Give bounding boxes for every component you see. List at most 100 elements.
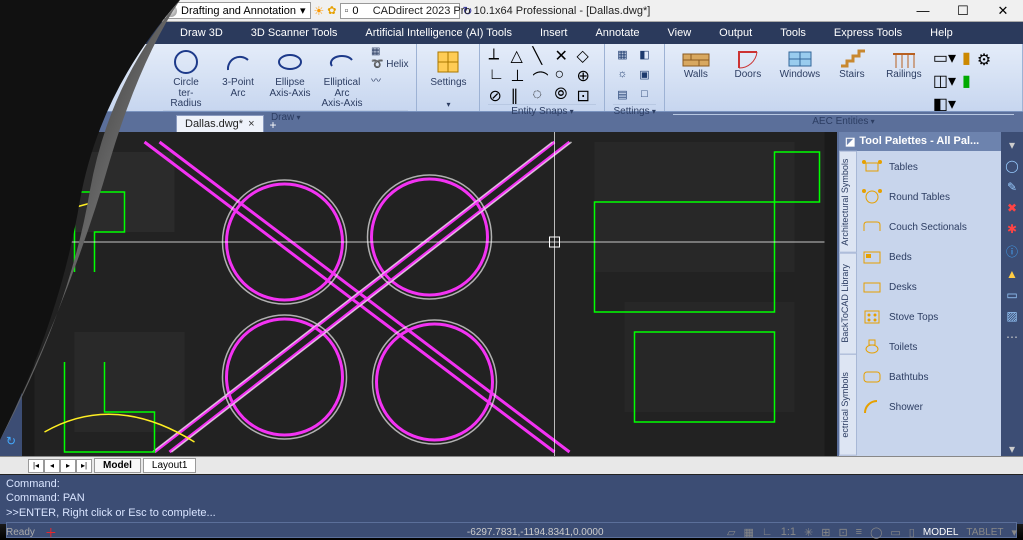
- group-label-aec[interactable]: AEC Entities: [673, 114, 1014, 128]
- vtab-arch[interactable]: Architectural Symbols: [839, 151, 857, 253]
- aec-settings-icon[interactable]: ⚙: [977, 46, 991, 70]
- status-tablet[interactable]: TABLET: [966, 527, 1003, 538]
- pal-item-beds[interactable]: Beds: [861, 247, 997, 267]
- sheet-prev-button[interactable]: ◂: [44, 459, 60, 473]
- pal-item-round-tables[interactable]: Round Tables: [861, 187, 997, 207]
- aec-more-3[interactable]: ◧▾: [933, 94, 956, 114]
- rt-layer-icon[interactable]: ▲: [1006, 267, 1018, 281]
- menu-insert[interactable]: Insert: [530, 25, 578, 41]
- rt-modify-icon[interactable]: ✎: [1007, 180, 1017, 194]
- sheet-tab-layout1[interactable]: Layout1: [143, 458, 197, 473]
- rt-draw-icon[interactable]: ◯: [1005, 159, 1018, 173]
- file-tab[interactable]: Dallas.dwg* ×: [176, 115, 264, 132]
- circle-button[interactable]: Circle ter-Radius: [163, 46, 209, 110]
- pal-item-toilets[interactable]: Toilets: [861, 337, 997, 357]
- menu-tools[interactable]: Tools: [770, 25, 816, 41]
- pal-item-stove[interactable]: Stove Tops: [861, 307, 997, 327]
- snap-center-icon[interactable]: ╲: [532, 46, 552, 64]
- pal-item-bathtubs[interactable]: Bathtubs: [861, 367, 997, 387]
- group-label-settings[interactable]: Settings: [613, 104, 655, 118]
- snap-quadrant-icon[interactable]: ◇: [576, 46, 596, 64]
- snap-intersection-icon[interactable]: ∟: [488, 66, 508, 84]
- spline-button[interactable]: 〰: [371, 72, 408, 87]
- workspace-dropdown[interactable]: Drafting and Annotation ▾: [160, 2, 311, 19]
- ucs-tool-icon[interactable]: ∟: [3, 208, 19, 224]
- sheet-tab-model[interactable]: Model: [94, 458, 141, 473]
- group-label-snaps[interactable]: Entity Snaps: [488, 104, 596, 118]
- snap-midpoint-icon[interactable]: △: [510, 46, 530, 64]
- menu-view[interactable]: View: [658, 25, 702, 41]
- elliptical-arc-button[interactable]: Elliptical Arc Axis-Axis: [319, 46, 365, 110]
- vtab-electrical[interactable]: ectrical Symbols: [839, 354, 857, 456]
- doors-button[interactable]: Doors: [725, 46, 771, 81]
- aec-more-1[interactable]: ▭▾: [933, 48, 956, 68]
- snap-apparent-icon[interactable]: ◌: [532, 86, 552, 104]
- status-dyn-icon[interactable]: ◯: [870, 526, 882, 539]
- rt-hatch-icon[interactable]: ▨: [1006, 309, 1017, 323]
- maximize-button[interactable]: ☐: [943, 0, 983, 22]
- menu-help[interactable]: Help: [920, 25, 963, 41]
- status-osnap-icon[interactable]: ⊡: [838, 526, 847, 539]
- aec-block-icon[interactable]: ▮: [962, 48, 971, 68]
- snap-parallel-icon[interactable]: ∥: [510, 86, 530, 104]
- aec-style-icon[interactable]: ▮: [962, 71, 971, 91]
- set-polar-icon[interactable]: ☼: [613, 66, 631, 82]
- set-osnap-icon[interactable]: ▣: [635, 66, 653, 82]
- status-sel-icon[interactable]: ▯: [909, 526, 915, 539]
- pal-item-couch[interactable]: Couch Sectionals: [861, 217, 997, 237]
- windows-button[interactable]: Windows: [777, 46, 823, 81]
- pal-item-desks[interactable]: Desks: [861, 277, 997, 297]
- snap-perpendicular-icon[interactable]: ○: [554, 66, 574, 84]
- menu-ai-tools[interactable]: Artificial Intelligence (AI) Tools: [355, 25, 522, 41]
- add-tab-button[interactable]: +: [264, 118, 283, 132]
- pal-item-tables[interactable]: Tables: [861, 157, 997, 177]
- status-polar-icon[interactable]: ✳: [804, 526, 813, 539]
- rt-explode-icon[interactable]: ✱: [1007, 222, 1017, 236]
- snap-node-icon[interactable]: ✕: [554, 46, 574, 64]
- palettes-title[interactable]: ◪Tool Palettes - All Pal...: [839, 132, 1001, 151]
- minimize-button[interactable]: —: [903, 0, 943, 22]
- status-model[interactable]: MODEL: [923, 527, 959, 538]
- pan-tool-icon[interactable]: ✥: [3, 142, 19, 158]
- menu-annotate[interactable]: Annotate: [585, 25, 649, 41]
- snap-extension-icon[interactable]: ⊥: [510, 66, 530, 84]
- status-lwt-icon[interactable]: ≡: [856, 526, 862, 538]
- menu-output[interactable]: Output: [709, 25, 762, 41]
- close-button[interactable]: ✕: [983, 0, 1023, 22]
- set-grid-icon[interactable]: ▦: [613, 46, 631, 62]
- close-tab-icon[interactable]: ×: [248, 118, 254, 130]
- orbit-tool-icon[interactable]: ◎: [3, 186, 19, 202]
- snap-from-icon[interactable]: ⊡: [576, 86, 596, 104]
- arc-button[interactable]: 3-Point Arc: [215, 46, 261, 99]
- railings-button[interactable]: Railings: [881, 46, 927, 81]
- snap-tangent-icon[interactable]: ⊕: [576, 66, 596, 84]
- menu-3d-scanner[interactable]: 3D Scanner Tools: [241, 25, 348, 41]
- status-grid-icon[interactable]: ▦: [744, 526, 754, 539]
- sheet-first-button[interactable]: |◂: [28, 459, 44, 473]
- rt-text-icon[interactable]: ⋯: [1006, 330, 1018, 344]
- stairs-button[interactable]: Stairs: [829, 46, 875, 81]
- status-et-icon[interactable]: ⊞: [821, 526, 830, 539]
- rt-down-icon[interactable]: ▾: [1009, 442, 1015, 456]
- gear-icon[interactable]: ✿: [327, 4, 336, 17]
- sheet-last-button[interactable]: ▸|: [76, 459, 92, 473]
- drawing-canvas[interactable]: [22, 132, 837, 456]
- rt-dim-icon[interactable]: ▭: [1006, 288, 1017, 302]
- status-scale[interactable]: 1:1: [781, 526, 796, 538]
- vtab-library[interactable]: BackToCAD Library: [839, 253, 857, 355]
- set-otrack-icon[interactable]: ▤: [613, 86, 631, 102]
- menu-draw3d[interactable]: Draw 3D: [170, 25, 233, 41]
- snap-none-icon[interactable]: ⦾: [554, 86, 574, 104]
- status-snap-icon[interactable]: ▱: [727, 526, 735, 539]
- set-dyn-icon[interactable]: □: [635, 86, 653, 102]
- status-more-icon[interactable]: ▾: [1011, 526, 1017, 539]
- settings-button[interactable]: Settings: [425, 46, 471, 89]
- helix-button[interactable]: ➰ Helix: [371, 59, 408, 70]
- walls-button[interactable]: Walls: [673, 46, 719, 81]
- ellipse-button[interactable]: Ellipse Axis-Axis: [267, 46, 313, 99]
- sun-icon[interactable]: ☀: [314, 4, 325, 18]
- pattern-button[interactable]: ▦: [371, 46, 408, 57]
- snap-nearest-icon[interactable]: ⊘: [488, 86, 508, 104]
- pal-item-shower[interactable]: Shower: [861, 397, 997, 417]
- menu-express[interactable]: Express Tools: [824, 25, 912, 41]
